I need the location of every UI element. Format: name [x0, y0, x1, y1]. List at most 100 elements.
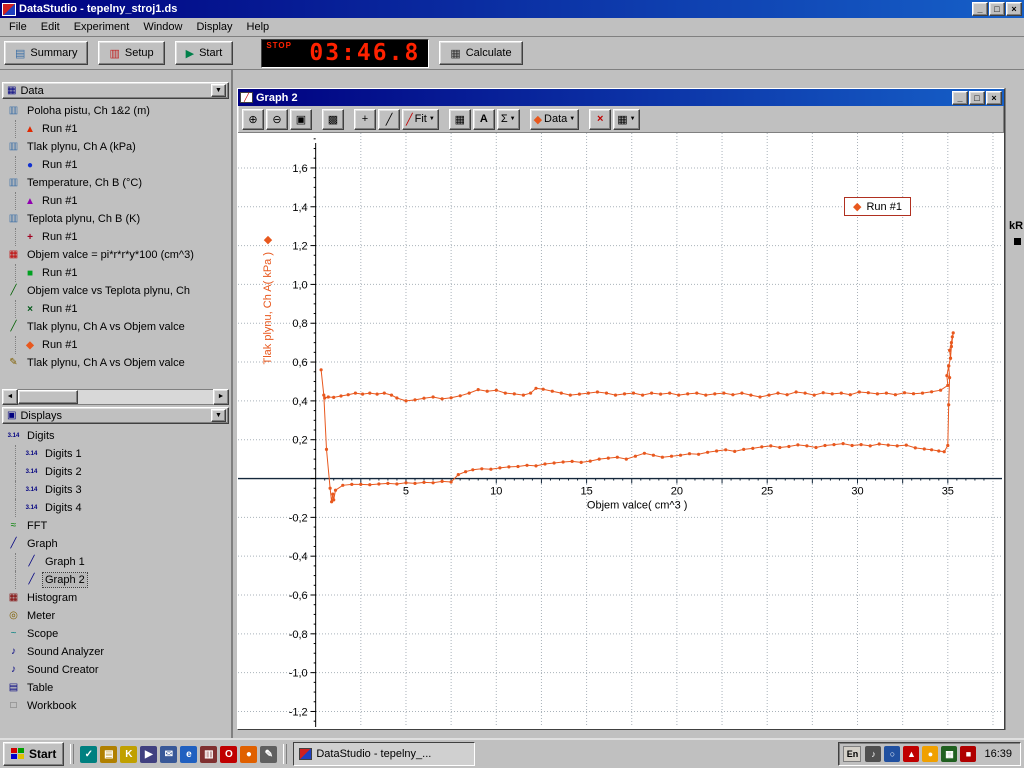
menu-item-edit[interactable]: Edit	[34, 19, 67, 35]
run-item[interactable]: ■Run #1	[16, 264, 229, 282]
scrollbar-track[interactable]	[18, 389, 213, 405]
scroll-left-icon[interactable]: ◄	[2, 389, 18, 405]
display-item-workbook[interactable]: □Workbook	[6, 697, 229, 715]
remove-icon: ×	[597, 113, 603, 125]
display-item-meter[interactable]: ◎Meter	[6, 607, 229, 625]
start-button[interactable]: ▶ Start	[175, 41, 234, 65]
graph-maximize-button[interactable]: □	[969, 91, 985, 105]
close-button[interactable]: ×	[1006, 2, 1022, 16]
opera-icon[interactable]: O	[220, 746, 237, 763]
display-item-table[interactable]: ▤Table	[6, 679, 229, 697]
antivirus-icon[interactable]: ▲	[903, 746, 919, 762]
graph-settings-button[interactable]: ▦▼	[613, 109, 639, 130]
run-item[interactable]: ▲Run #1	[16, 120, 229, 138]
title-bar: DataStudio - tepelny_stroj1.ds _ □ ×	[0, 0, 1024, 18]
data-menu-button[interactable]: ◆Data▼	[530, 109, 580, 130]
data-source-item[interactable]: ▦Objem valce = pi*r*r*y*100 (cm^3)	[6, 246, 229, 264]
data-source-item[interactable]: ▥Temperature, Ch B (°C)	[6, 174, 229, 192]
datastudio-task-button[interactable]: DataStudio - tepelny_...	[293, 742, 475, 766]
run-item[interactable]: ▲Run #1	[16, 192, 229, 210]
run-item[interactable]: ×Run #1	[16, 300, 229, 318]
media-player-icon[interactable]: ▶	[140, 746, 157, 763]
task-button-icon	[299, 748, 312, 760]
scheduler-icon[interactable]: ○	[884, 746, 900, 762]
volume-icon[interactable]: ♪	[865, 746, 881, 762]
menu-item-file[interactable]: File	[2, 19, 34, 35]
run-item[interactable]: ◆Run #1	[16, 336, 229, 354]
firefox-icon[interactable]: ●	[240, 746, 257, 763]
histogram-icon: ▦	[6, 592, 21, 604]
svg-text:1,2: 1,2	[292, 241, 307, 253]
data-panel-dropdown-icon[interactable]: ▼	[211, 84, 226, 97]
display-item-digits-1[interactable]: 3.14Digits 1	[16, 445, 229, 463]
display-item-histogram[interactable]: ▦Histogram	[6, 589, 229, 607]
graph-plot[interactable]: -1,2-1,0-0,8-0,6-0,4-0,20,20,40,60,81,01…	[238, 133, 1002, 727]
menu-item-help[interactable]: Help	[240, 19, 277, 35]
fit-menu-button-label: Fit	[415, 113, 427, 125]
display-item-graph-2[interactable]: ╱Graph 2	[16, 571, 229, 589]
scrollbar-thumb[interactable]	[18, 390, 78, 404]
menu-item-display[interactable]: Display	[189, 19, 239, 35]
smart-tool-button[interactable]: +	[354, 109, 376, 130]
display-item-digits-3[interactable]: 3.14Digits 3	[16, 481, 229, 499]
paint-icon[interactable]: ✎	[260, 746, 277, 763]
menu-item-window[interactable]: Window	[136, 19, 189, 35]
menu-item-experiment[interactable]: Experiment	[67, 19, 137, 35]
zoom-out-button[interactable]: ⊖	[266, 109, 288, 130]
fit-menu-button[interactable]: ╱Fit▼	[402, 109, 439, 130]
display-item-digits-4[interactable]: 3.14Digits 4	[16, 499, 229, 517]
browser-icon[interactable]: e	[180, 746, 197, 763]
data-source-item[interactable]: ▥Poloha pistu, Ch 1&2 (m)	[6, 102, 229, 120]
minimize-button[interactable]: _	[972, 2, 988, 16]
notes-icon[interactable]: ▤	[100, 746, 117, 763]
taskbar-grip-2[interactable]	[283, 744, 287, 764]
displays-panel-dropdown-icon[interactable]: ▼	[211, 409, 226, 422]
data-source-item[interactable]: ▥Teplota plynu, Ch B (K)	[6, 210, 229, 228]
run-item[interactable]: ●Run #1	[16, 156, 229, 174]
language-indicator[interactable]: En	[843, 746, 861, 762]
scroll-right-icon[interactable]: ►	[213, 389, 229, 405]
graph-minimize-button[interactable]: _	[952, 91, 968, 105]
show-desktop-icon[interactable]: ✓	[80, 746, 97, 763]
zoom-in-button[interactable]: ⊕	[242, 109, 264, 130]
graph-window-titlebar[interactable]: ╱ Graph 2 _ □ ×	[238, 89, 1004, 106]
zoom-select-button[interactable]: ▣	[290, 109, 312, 130]
run-item[interactable]: +Run #1	[16, 228, 229, 246]
plot-area[interactable]: -1,2-1,0-0,8-0,6-0,4-0,20,20,40,60,81,01…	[238, 133, 1004, 729]
chevron-down-icon: ▼	[569, 116, 575, 122]
maximize-button[interactable]: □	[989, 2, 1005, 16]
updater-icon[interactable]: ●	[922, 746, 938, 762]
setup-button[interactable]: ▥ Setup	[98, 41, 164, 65]
display-item-graph-1[interactable]: ╱Graph 1	[16, 553, 229, 571]
display-item-digits-2[interactable]: 3.14Digits 2	[16, 463, 229, 481]
mail-icon[interactable]: ✉	[160, 746, 177, 763]
text-annotation-button[interactable]: A	[473, 109, 495, 130]
data-source-item[interactable]: ╱Tlak plynu, Ch A vs Objem valce	[6, 318, 229, 336]
taskbar-grip[interactable]	[70, 744, 74, 764]
books-icon[interactable]: ▥	[200, 746, 217, 763]
calculate-button[interactable]: ▦ Calculate	[439, 41, 522, 65]
data-tree-hscrollbar[interactable]: ◄ ►	[2, 389, 229, 405]
keys-icon[interactable]: K	[120, 746, 137, 763]
display-item-graph[interactable]: ╱Graph	[6, 535, 229, 553]
start-menu-button[interactable]: Start	[3, 742, 64, 766]
display-item-sound-analyzer[interactable]: ♪Sound Analyzer	[6, 643, 229, 661]
graph-close-button[interactable]: ×	[986, 91, 1002, 105]
graph-icon: ╱	[24, 556, 39, 568]
display-item-digits[interactable]: 3.14Digits	[6, 427, 229, 445]
display-item-scope[interactable]: ~Scope	[6, 625, 229, 643]
remove-button[interactable]: ×	[589, 109, 611, 130]
statistics-menu-button[interactable]: Σ▼	[497, 109, 520, 130]
scale-to-fit-button[interactable]: ▩	[322, 109, 344, 130]
display-item-sound-creator[interactable]: ♪Sound Creator	[6, 661, 229, 679]
guard-icon[interactable]: ■	[960, 746, 976, 762]
data-source-item[interactable]: ✎Tlak plynu, Ch A vs Objem valce	[6, 354, 229, 372]
display-item-fft[interactable]: ≈FFT	[6, 517, 229, 535]
legend[interactable]: ◆ Run #1	[844, 197, 911, 216]
data-source-item[interactable]: ▥Tlak plynu, Ch A (kPa)	[6, 138, 229, 156]
summary-button[interactable]: ▤ Summary	[4, 41, 88, 65]
network-icon[interactable]: ▦	[941, 746, 957, 762]
calculate-button[interactable]: ▦	[449, 109, 471, 130]
slope-tool-button[interactable]: ╱	[378, 109, 400, 130]
data-source-item[interactable]: ╱Objem valce vs Teplota plynu, Ch	[6, 282, 229, 300]
